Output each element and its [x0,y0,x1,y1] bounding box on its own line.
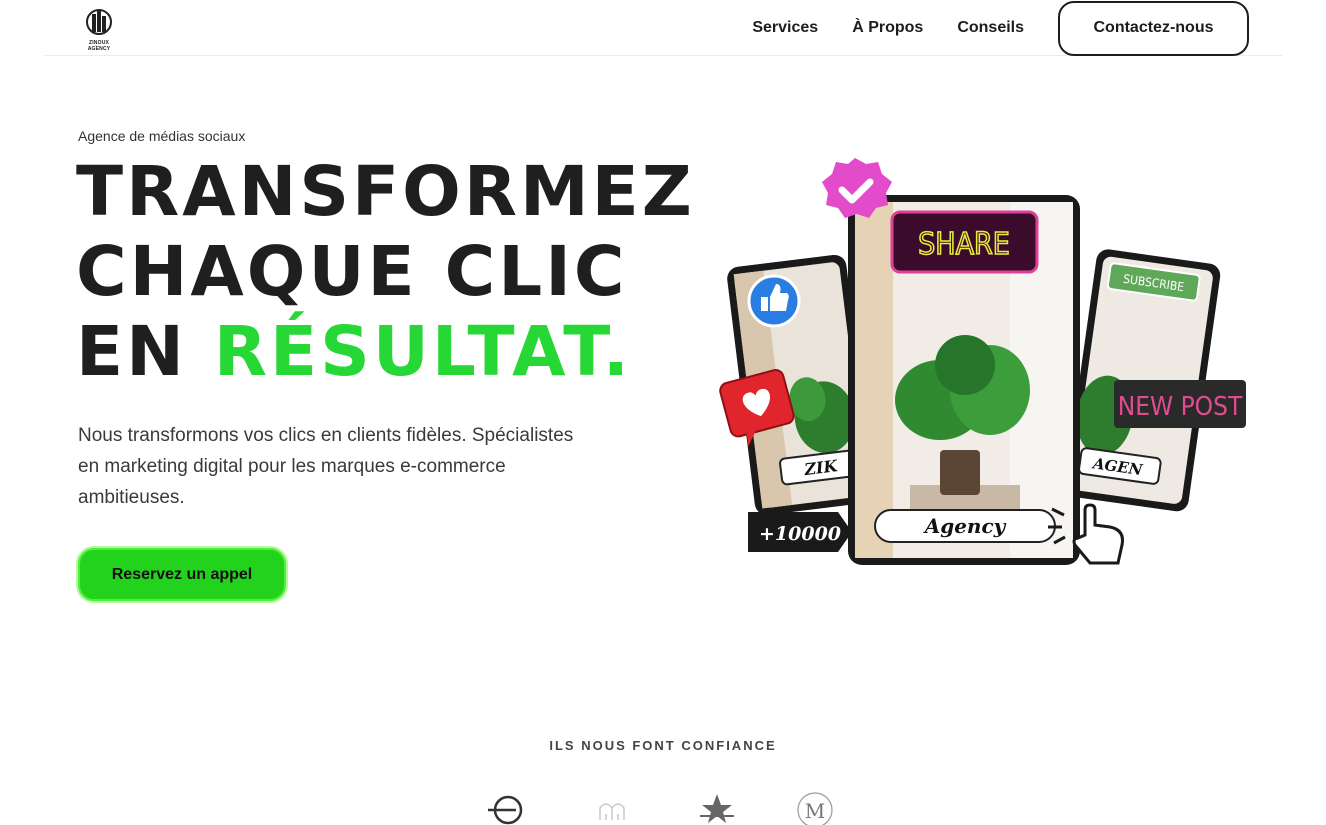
minimal-line-logo-icon [488,795,523,825]
headline-line-1: TRANSFORMEZ [76,152,695,232]
nav-services[interactable]: Services [752,19,818,37]
headline-plain: EN [76,312,214,392]
trust-title: ILS NOUS FONT CONFIANCE [549,738,777,753]
lotus-logo-icon [599,803,625,820]
star-logo-icon [700,794,734,823]
headline-line-3: EN RÉSULTAT. [76,312,695,392]
followers-text: +10000 [759,523,841,545]
hero-subtext: Nous transformons vos clics en clients f… [78,425,574,508]
contact-button[interactable]: Contactez-nous [1058,0,1249,56]
main-nav: Services À Propos Conseils Contactez-nou… [752,0,1282,56]
site-header: ZINOUX AGENCY Services À Propos Conseils… [44,0,1282,56]
m-circle-logo-icon: M [797,792,833,825]
headline-line-2: CHAQUE CLIC [76,232,628,312]
followers-badge: +10000 [748,512,852,552]
hero-headline: TRANSFORMEZ CHAQUE CLIC EN RÉSULTAT. [76,152,695,392]
building-icon [86,9,112,35]
hero-illustration: ZIK SUBSCRIBE AGEN SHARE Agency +10000 N… [710,150,1270,580]
new-post-badge: NEW POST [1114,380,1246,428]
hero-eyebrow: Agence de médias sociaux [78,128,246,144]
trust-logos: M [480,790,860,825]
brand-logo[interactable]: ZINOUX AGENCY [79,8,119,52]
center-phone-card: SHARE Agency [848,195,1080,565]
headline-accent: RÉSULTAT. [213,312,632,392]
svg-text:M: M [805,799,825,823]
logo-text: ZINOUX AGENCY [87,40,111,52]
center-tag-text: Agency [923,514,1007,538]
share-text: SHARE [918,227,1010,262]
thumbs-up-icon [747,274,801,328]
new-post-text: NEW POST [1118,392,1243,422]
nav-tips[interactable]: Conseils [957,19,1024,37]
book-call-button[interactable]: Reservez un appel [78,548,286,601]
nav-about[interactable]: À Propos [852,19,923,37]
